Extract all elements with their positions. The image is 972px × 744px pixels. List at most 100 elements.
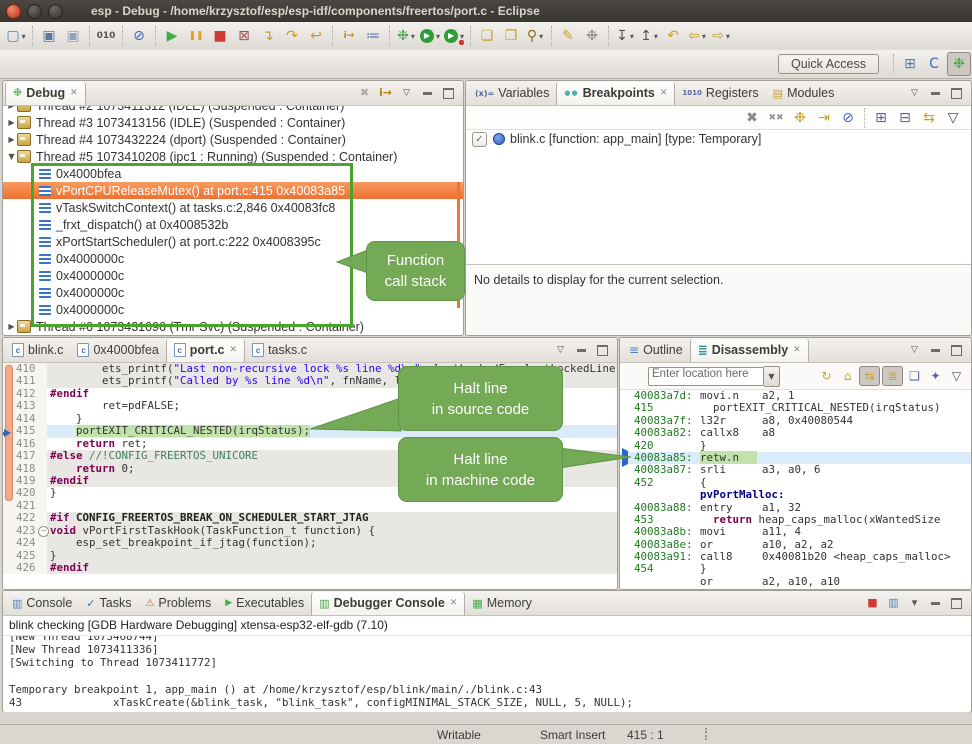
- disasm-label-line[interactable]: pvPortMalloc:: [620, 489, 971, 501]
- expander-icon[interactable]: ▶: [6, 106, 17, 110]
- expander-icon[interactable]: ▶: [6, 118, 17, 127]
- remove-all-breakpoints-icon[interactable]: ✖✖: [765, 107, 787, 129]
- location-dropdown-icon[interactable]: ▼: [764, 366, 780, 387]
- disassembly-listing[interactable]: 40083a7d:movi.na2, 1415 portEXIT_CRITICA…: [620, 390, 971, 588]
- tab-console[interactable]: ▥Console: [5, 592, 79, 615]
- resume-icon[interactable]: ▶: [161, 25, 183, 47]
- open-perspective-icon[interactable]: ⊞: [899, 53, 921, 75]
- instruction-stepping-mode-icon[interactable]: i→: [376, 84, 395, 102]
- breakpoint-row[interactable]: ✓blink.c [function: app_main] [type: Tem…: [466, 130, 971, 148]
- disasm-instruction-line[interactable]: 40083a91:call80x40081b20 <heap_caps_mall…: [620, 551, 971, 563]
- tab-breakpoints[interactable]: ●●Breakpoints✕: [556, 82, 675, 105]
- profile-icon[interactable]: ❉: [581, 25, 603, 47]
- window-close-button[interactable]: [6, 4, 21, 19]
- tab-blink-c[interactable]: cblink.c: [5, 339, 70, 362]
- minimize-icon[interactable]: [572, 341, 591, 359]
- dropdown-arrow-icon[interactable]: ▾: [436, 32, 440, 41]
- disasm-source-line[interactable]: 452{: [620, 477, 971, 489]
- remove-selected-breakpoints-icon[interactable]: ✖: [741, 107, 763, 129]
- console-dropdown-icon[interactable]: ▾: [905, 594, 924, 612]
- editor-line[interactable]: 422#if CONFIG_FREERTOS_BREAK_ON_SCHEDULE…: [3, 512, 617, 524]
- thread-row[interactable]: ▶Thread #2 1073411312 (IDLE) (Suspended …: [3, 106, 463, 114]
- previous-annotation-icon[interactable]: ↥▾: [638, 25, 660, 47]
- view-menu-icon[interactable]: ▽: [905, 84, 924, 102]
- tab-memory[interactable]: ▦Memory: [465, 592, 539, 615]
- refresh-icon[interactable]: ↻: [817, 367, 836, 385]
- last-edit-location-icon[interactable]: ↶: [662, 25, 684, 47]
- dropdown-arrow-icon[interactable]: ▾: [539, 32, 543, 41]
- view-menu-icon[interactable]: ▽: [942, 107, 964, 129]
- thread-row[interactable]: ▼Thread #5 1073410208 (ipc1 : Running) (…: [3, 148, 463, 165]
- collapse-all-icon[interactable]: ⊟: [894, 107, 916, 129]
- open-resource-icon[interactable]: ❐: [500, 25, 522, 47]
- disconnect-icon[interactable]: ⊠: [233, 25, 255, 47]
- run-icon[interactable]: ▶▾: [419, 25, 441, 47]
- disasm-source-line[interactable]: 415 portEXIT_CRITICAL_NESTED(irqStatus): [620, 402, 971, 414]
- cpp-perspective-icon[interactable]: C: [923, 53, 945, 75]
- location-input[interactable]: Enter location here: [648, 367, 764, 386]
- skip-all-breakpoints-icon[interactable]: ⊘: [128, 25, 150, 47]
- show-breakpoints-supported-icon[interactable]: ❉: [789, 107, 811, 129]
- dropdown-arrow-icon[interactable]: ▾: [630, 32, 634, 41]
- stack-frame-row[interactable]: 0x4000000c: [3, 301, 463, 318]
- tab-variables[interactable]: (x)=Variables: [468, 82, 556, 105]
- step-into-icon[interactable]: ↴: [257, 25, 279, 47]
- expander-icon[interactable]: ▶: [6, 135, 17, 144]
- disasm-instruction-line[interactable]: 40083a82:callx8a8: [620, 427, 971, 439]
- fold-marker-icon[interactable]: –: [38, 526, 49, 537]
- quick-access-button[interactable]: Quick Access: [778, 54, 879, 74]
- search-icon[interactable]: ⚲▾: [524, 25, 546, 47]
- use-step-filters-icon[interactable]: ≔: [362, 25, 384, 47]
- tab-0x4000bfea[interactable]: c0x4000bfea: [70, 339, 165, 362]
- disasm-instruction-line[interactable]: 40083a8b:movia11, 4: [620, 526, 971, 538]
- view-menu-icon[interactable]: ▽: [551, 341, 570, 359]
- home-icon[interactable]: ⌂: [838, 367, 857, 385]
- editor-line[interactable]: 424 esp_set_breakpoint_if_jtag(function)…: [3, 537, 617, 549]
- dropdown-arrow-icon[interactable]: ▾: [726, 32, 730, 41]
- step-over-icon[interactable]: ↷: [281, 25, 303, 47]
- tab-debugger-console[interactable]: ▥Debugger Console✕: [311, 592, 465, 615]
- maximize-icon[interactable]: [947, 594, 966, 612]
- next-annotation-icon[interactable]: ↧▾: [614, 25, 636, 47]
- maximize-icon[interactable]: [593, 341, 612, 359]
- show-source-icon[interactable]: ≣: [882, 366, 903, 386]
- debug-perspective-icon[interactable]: ❉: [947, 52, 971, 76]
- stack-frame-row[interactable]: 0x4000bfea: [3, 165, 463, 182]
- editor-line[interactable]: 426#endif: [3, 562, 617, 574]
- forward-icon[interactable]: ⇨▾: [710, 25, 732, 47]
- dropdown-arrow-icon[interactable]: ▾: [654, 32, 658, 41]
- save-all-icon[interactable]: ▣: [62, 25, 84, 47]
- binary-content-icon[interactable]: 010: [95, 25, 117, 47]
- tab-disassembly[interactable]: ≣Disassembly✕: [690, 339, 809, 362]
- close-icon[interactable]: ✕: [450, 598, 458, 608]
- editor-line[interactable]: 423–void vPortFirstTaskHook(TaskFunction…: [3, 525, 617, 537]
- close-icon[interactable]: ✕: [793, 345, 801, 355]
- thread-row[interactable]: ▶Thread #3 1073413156 (IDLE) (Suspended …: [3, 114, 463, 131]
- close-icon[interactable]: ✕: [230, 345, 238, 355]
- console-output[interactable]: [New Thread 1073468744][New Thread 10734…: [3, 636, 971, 713]
- view-menu-icon[interactable]: ▽: [397, 84, 416, 102]
- stack-frame-row[interactable]: vTaskSwitchContext() at tasks.c:2,846 0x…: [3, 199, 463, 216]
- back-icon[interactable]: ⇦▾: [686, 25, 708, 47]
- tab-executables[interactable]: ▶Executables: [218, 592, 311, 615]
- expander-icon[interactable]: ▶: [6, 322, 17, 331]
- thread-row[interactable]: ▶Thread #4 1073432224 (dport) (Suspended…: [3, 131, 463, 148]
- instruction-stepping-icon[interactable]: i→: [338, 25, 360, 47]
- view-menu-icon[interactable]: ▽: [947, 367, 966, 385]
- tab-tasks-c[interactable]: ctasks.c: [245, 339, 314, 362]
- editor-line[interactable]: 425}: [3, 550, 617, 562]
- maximize-icon[interactable]: [947, 84, 966, 102]
- expander-icon[interactable]: ▼: [6, 152, 17, 161]
- new-project-icon[interactable]: ❏: [476, 25, 498, 47]
- minimize-icon[interactable]: [926, 594, 945, 612]
- pin-icon[interactable]: ✦: [926, 367, 945, 385]
- thread-row[interactable]: ▶Thread #6 1073431096 (Tmr Svc) (Suspend…: [3, 318, 463, 335]
- disasm-instruction-line[interactable]: 40083a7d:movi.na2, 1: [620, 390, 971, 402]
- tab-port-c[interactable]: cport.c✕: [166, 339, 245, 362]
- open-new-view-icon[interactable]: ❏: [905, 367, 924, 385]
- maximize-icon[interactable]: [439, 84, 458, 102]
- close-icon[interactable]: ✕: [660, 88, 668, 98]
- expand-all-icon[interactable]: ⊞: [870, 107, 892, 129]
- tab-problems[interactable]: ⚠Problems: [138, 592, 218, 615]
- tab-tasks[interactable]: ✓Tasks: [79, 592, 138, 615]
